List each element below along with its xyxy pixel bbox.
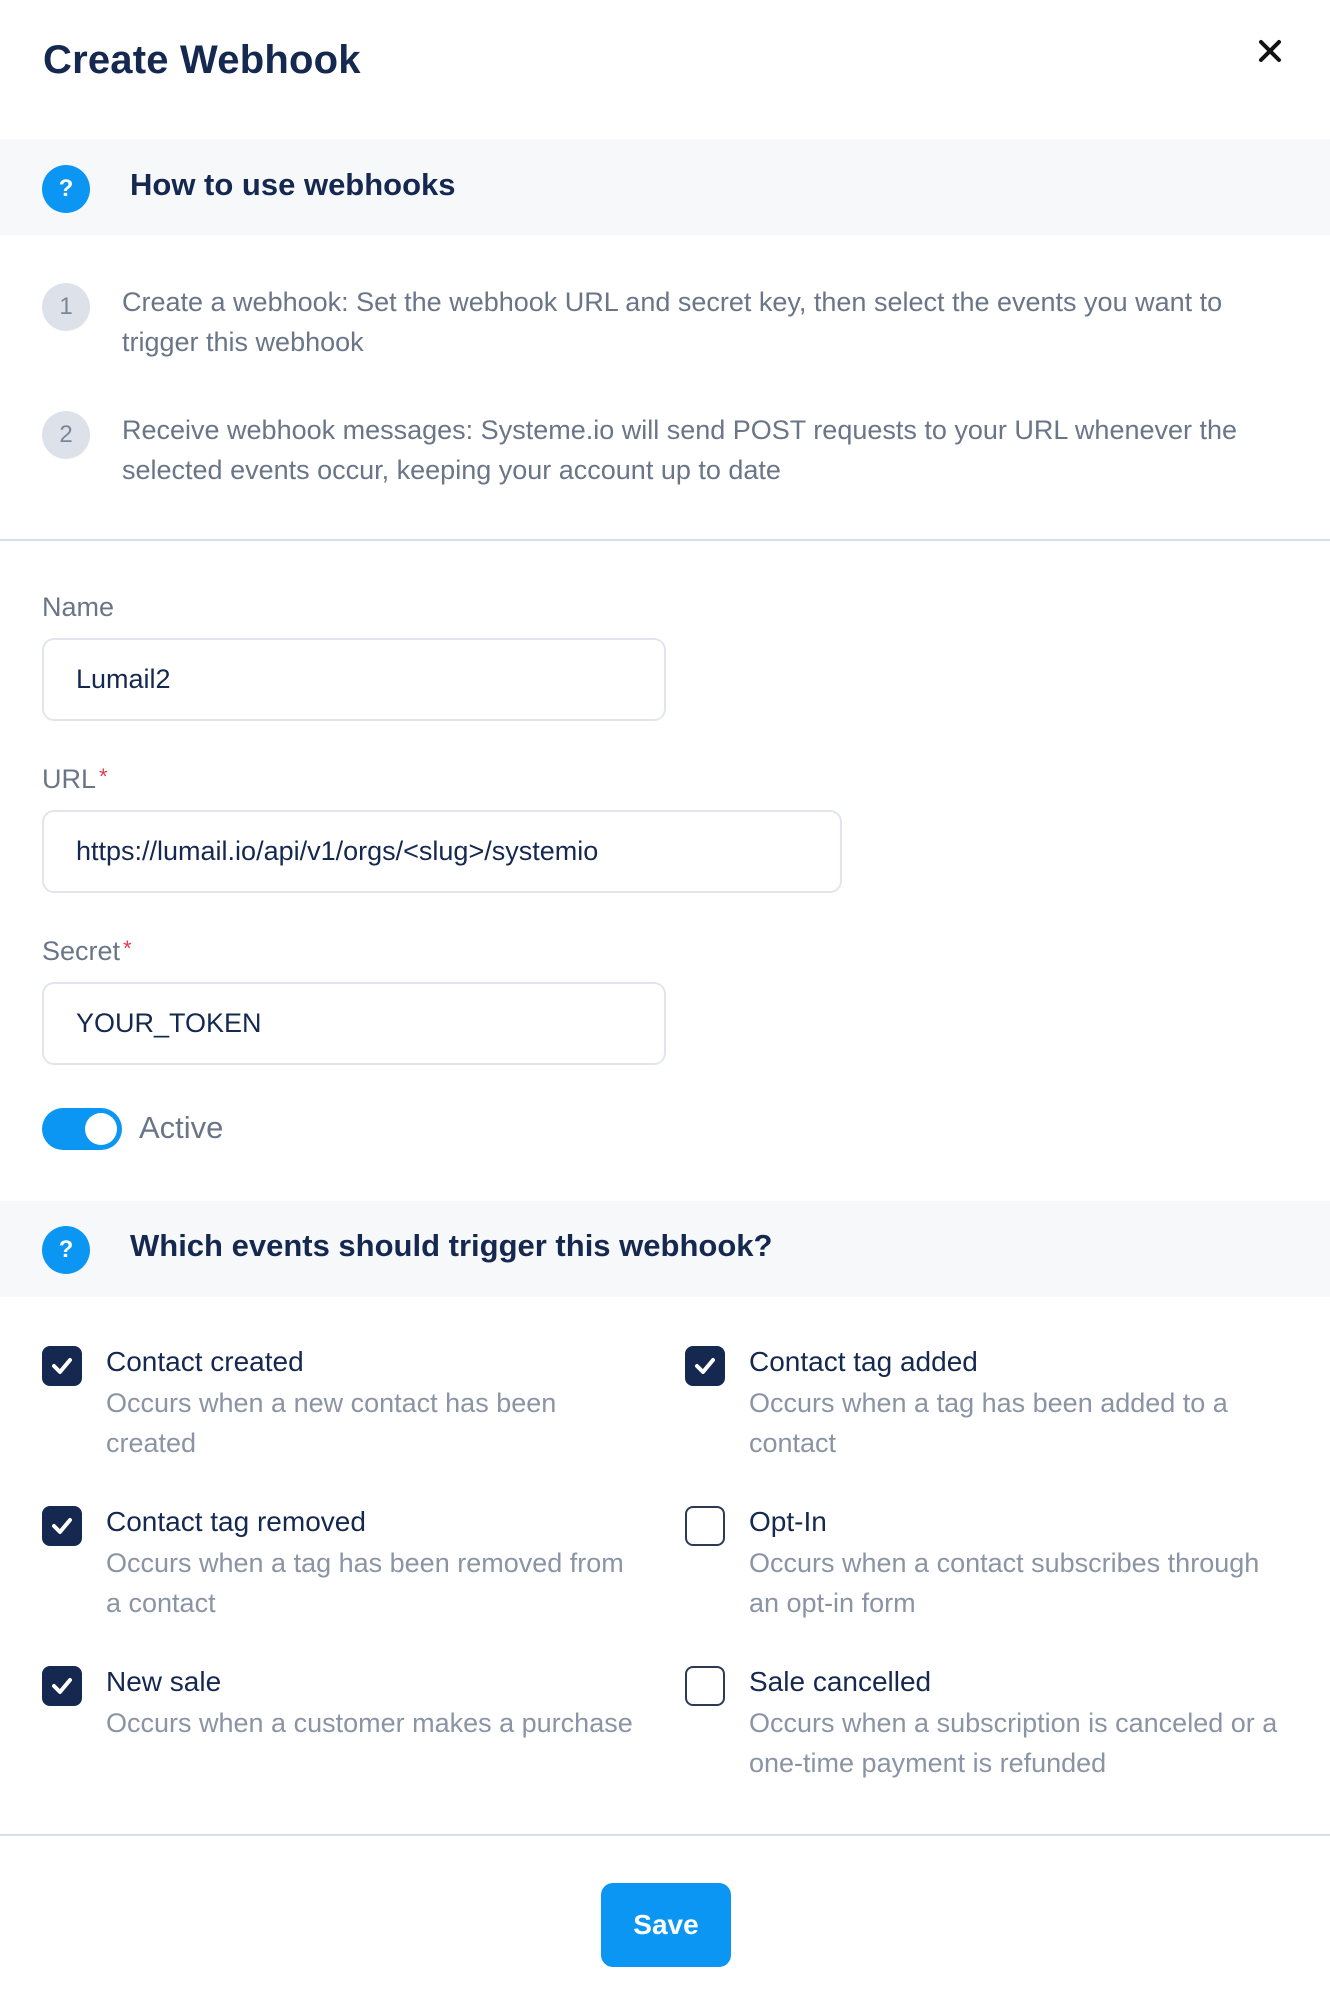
name-input[interactable]: Lumail2 — [42, 638, 666, 721]
event-description: Occurs when a subscription is canceled o… — [749, 1708, 1278, 1778]
checkmark-icon — [52, 1358, 72, 1374]
how-to-title: How to use webhooks — [130, 167, 456, 202]
secret-label-text: Secret — [42, 936, 121, 966]
url-label-text: URL — [42, 764, 97, 794]
event-description: Occurs when a new contact has been creat… — [106, 1388, 557, 1458]
step-text: Create a webhook: Set the webhook URL an… — [122, 287, 1223, 357]
close-button[interactable] — [1255, 36, 1285, 66]
help-icon: ? — [42, 165, 90, 213]
divider — [0, 539, 1330, 541]
url-label: URL * — [42, 764, 108, 795]
event-title: Contact tag removed — [106, 1506, 366, 1537]
secret-input[interactable]: YOUR_TOKEN — [42, 982, 666, 1065]
required-mark: * — [99, 764, 108, 789]
step-number-badge: 1 — [42, 283, 90, 331]
event-description: Occurs when a tag has been added to a co… — [749, 1388, 1228, 1458]
event-title: Contact tag added — [749, 1346, 978, 1377]
event-title: New sale — [106, 1666, 222, 1697]
save-button[interactable]: Save — [601, 1883, 731, 1967]
active-label: Active — [139, 1110, 224, 1145]
event-checkbox-sale-cancelled[interactable] — [685, 1666, 725, 1706]
help-icon: ? — [42, 1226, 90, 1274]
event-title: Contact created — [106, 1346, 304, 1377]
checkmark-icon — [695, 1358, 715, 1374]
event-title: Sale cancelled — [749, 1666, 932, 1697]
checkmark-icon — [52, 1518, 72, 1534]
event-checkbox-contact-tag-added[interactable] — [685, 1346, 725, 1386]
footer-divider — [0, 1834, 1330, 1836]
close-icon — [1259, 40, 1281, 62]
toggle-knob — [85, 1113, 117, 1145]
event-description: Occurs when a customer makes a purchase — [106, 1708, 633, 1738]
event-description: Occurs when a contact subscribes through… — [749, 1548, 1260, 1618]
events-title: Which events should trigger this webhook… — [130, 1228, 773, 1263]
event-checkbox-opt-in[interactable] — [685, 1506, 725, 1546]
step-number-badge: 2 — [42, 411, 90, 459]
secret-label: Secret * — [42, 936, 132, 967]
checkmark-icon — [52, 1678, 72, 1694]
event-title: Opt-In — [749, 1506, 827, 1537]
event-checkbox-contact-created[interactable] — [42, 1346, 82, 1386]
event-description: Occurs when a tag has been removed from … — [106, 1548, 624, 1618]
event-checkbox-contact-tag-removed[interactable] — [42, 1506, 82, 1546]
name-label: Name — [42, 592, 115, 622]
active-toggle[interactable] — [42, 1108, 122, 1150]
url-input[interactable]: https://lumail.io/api/v1/orgs/<slug>/sys… — [42, 810, 842, 893]
dialog-title: Create Webhook — [43, 38, 361, 82]
required-mark: * — [123, 936, 132, 961]
event-checkbox-new-sale[interactable] — [42, 1666, 82, 1706]
step-text: Receive webhook messages: Systeme.io wil… — [122, 415, 1238, 485]
